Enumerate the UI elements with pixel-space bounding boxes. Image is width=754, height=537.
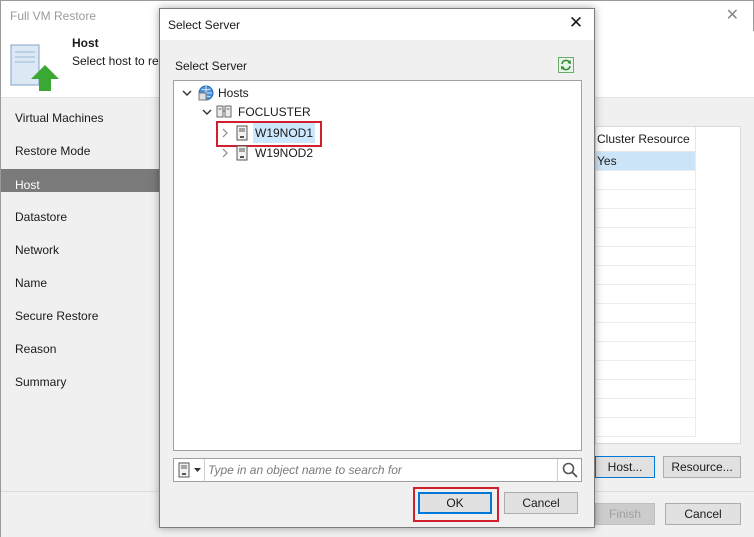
dialog-titlebar: Select Server ✕	[160, 9, 594, 40]
tree-node-focluster[interactable]: FOCLUSTER	[200, 102, 340, 122]
dialog-cancel-button[interactable]: Cancel	[504, 492, 578, 514]
chevron-right-icon[interactable]	[220, 148, 230, 158]
cluster-icon	[216, 105, 232, 118]
resource-button[interactable]: Resource...	[663, 456, 741, 478]
close-icon[interactable]: ✕	[726, 5, 739, 25]
step-host[interactable]: Host	[1, 169, 161, 192]
finish-button[interactable]: Finish	[595, 503, 655, 525]
step-virtual-machines[interactable]: Virtual Machines	[1, 98, 161, 131]
wizard-cancel-button[interactable]: Cancel	[665, 503, 741, 525]
table-row	[596, 228, 696, 247]
tree-label-focluster: FOCLUSTER	[238, 105, 311, 119]
window-title: Full VM Restore	[10, 9, 97, 23]
table-row	[596, 418, 696, 437]
dialog-title: Select Server	[168, 18, 241, 32]
tree-node-w19nod2[interactable]: W19NOD2	[218, 143, 328, 163]
step-summary[interactable]: Summary	[1, 362, 161, 395]
chevron-down-icon	[194, 468, 201, 472]
server-tree[interactable]: Hosts FOCLUSTER W19NOD1 W19NOD2	[173, 80, 582, 451]
table-row	[596, 380, 696, 399]
table-row	[596, 247, 696, 266]
tree-label-hosts: Hosts	[218, 86, 249, 100]
step-network[interactable]: Network	[1, 230, 161, 263]
table-row	[596, 209, 696, 228]
select-server-label: Select Server	[175, 59, 248, 73]
search-icon	[562, 462, 578, 478]
restore-vm-icon	[10, 44, 59, 91]
search-input[interactable]	[208, 460, 553, 480]
host-button[interactable]: Host...	[595, 456, 655, 478]
wizard-steps: Virtual Machines Restore Mode Host Datas…	[1, 98, 161, 395]
table-row	[596, 399, 696, 418]
table-row	[596, 171, 696, 190]
step-datastore[interactable]: Datastore	[1, 197, 161, 230]
tree-node-hosts[interactable]: Hosts	[180, 83, 300, 103]
table-row	[596, 190, 696, 209]
step-secure-restore[interactable]: Secure Restore	[1, 296, 161, 329]
refresh-icon[interactable]	[558, 57, 574, 73]
search-button[interactable]	[557, 459, 581, 481]
hosts-icon	[198, 85, 214, 101]
table-row	[596, 361, 696, 380]
step-name[interactable]: Name	[1, 263, 161, 296]
table-row	[596, 342, 696, 361]
chevron-down-icon[interactable]	[182, 88, 192, 98]
server-icon	[178, 462, 190, 478]
search-bar	[173, 458, 582, 482]
chevron-down-icon[interactable]	[202, 107, 212, 117]
table-row	[596, 285, 696, 304]
table-row	[596, 304, 696, 323]
step-restore-mode[interactable]: Restore Mode	[1, 131, 161, 164]
select-server-dialog: Select Server ✕ Select Server Hosts FOCL…	[159, 8, 595, 528]
table-row	[596, 323, 696, 342]
tree-label-w19nod2: W19NOD2	[255, 146, 314, 160]
server-icon	[236, 145, 248, 161]
table-row	[596, 266, 696, 285]
vm-host-table[interactable]: Cluster Resource Yes	[595, 126, 741, 444]
step-title: Host	[72, 36, 99, 50]
ok-highlight	[413, 487, 499, 522]
step-description: Select host to res	[72, 54, 165, 68]
step-reason[interactable]: Reason	[1, 329, 161, 362]
close-icon[interactable]: ✕	[566, 13, 586, 33]
table-row[interactable]: Yes	[596, 152, 696, 171]
object-type-dropdown[interactable]	[174, 459, 205, 481]
column-header-cluster-resource[interactable]: Cluster Resource	[596, 127, 696, 152]
